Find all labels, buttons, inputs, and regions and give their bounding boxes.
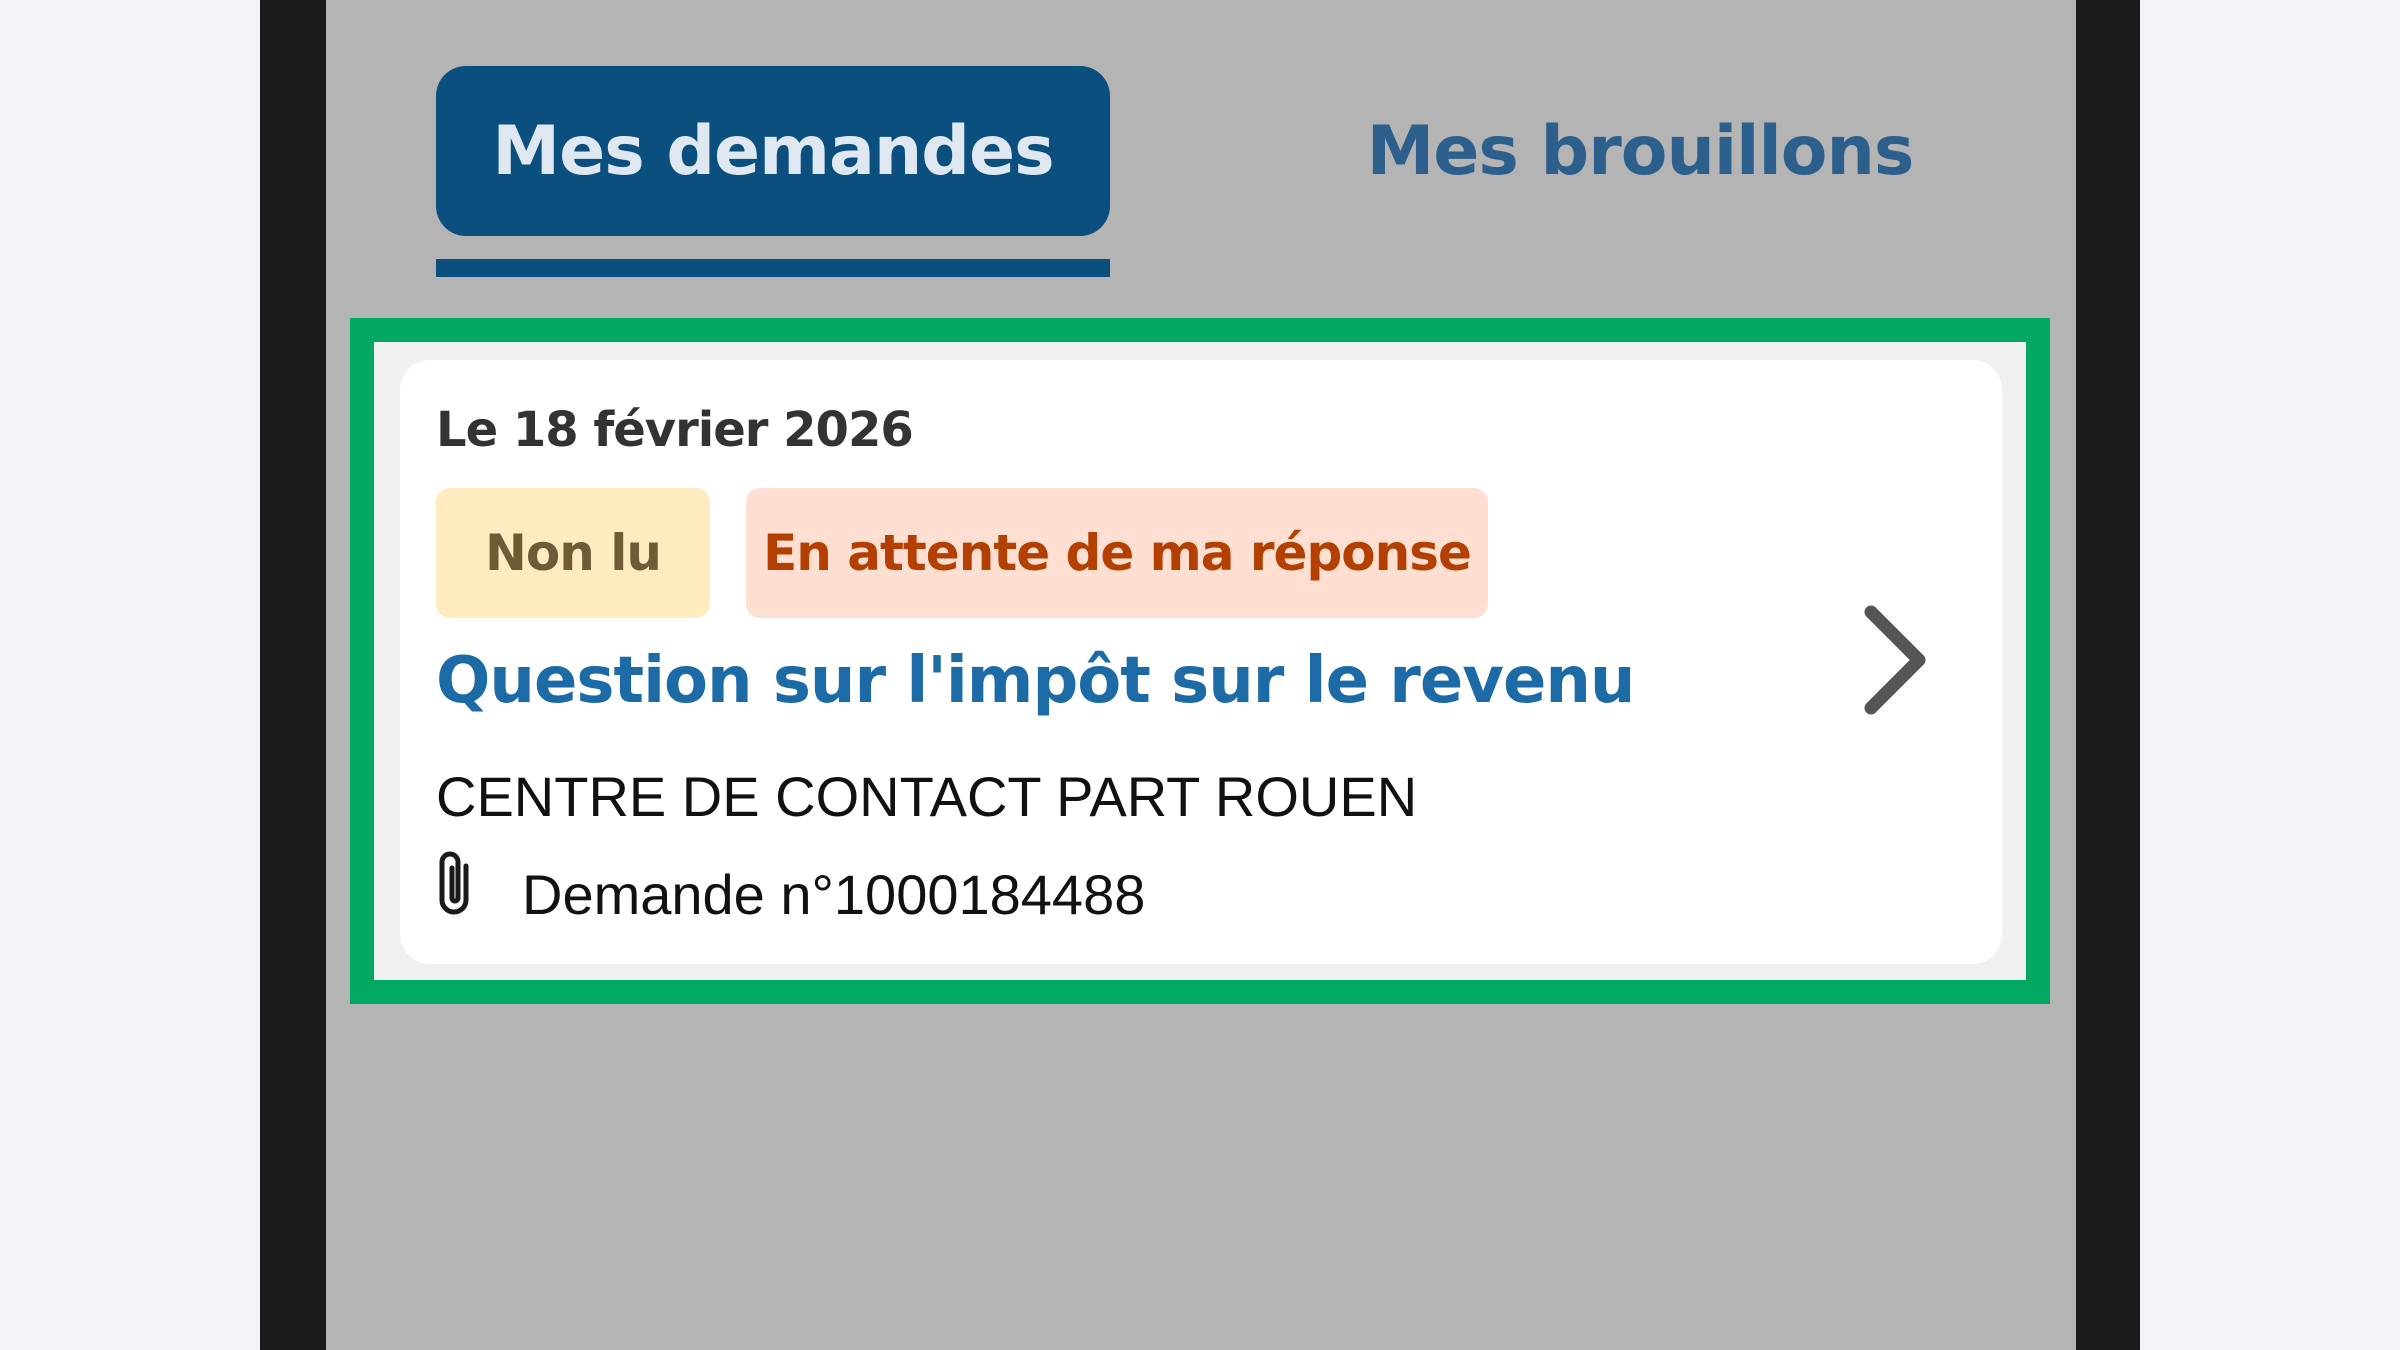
tab-mes-demandes[interactable]: Mes demandes bbox=[436, 66, 1110, 236]
request-card[interactable]: Le 18 février 2026 Non lu En attente de … bbox=[400, 360, 2002, 964]
request-reference: Demande n°1000184488 bbox=[522, 863, 1146, 926]
device-bezel-left bbox=[260, 0, 326, 1350]
request-date: Le 18 février 2026 bbox=[436, 402, 914, 458]
active-tab-indicator bbox=[436, 259, 1110, 277]
chevron-right-icon[interactable] bbox=[1855, 600, 1935, 720]
device-bezel-right bbox=[2076, 0, 2140, 1350]
request-sender: CENTRE DE CONTACT PART ROUEN bbox=[436, 765, 1418, 828]
request-subject[interactable]: Question sur l'impôt sur le revenu bbox=[436, 644, 1635, 718]
tab-mes-brouillons[interactable]: Mes brouillons bbox=[1300, 66, 1980, 236]
unread-badge: Non lu bbox=[436, 488, 710, 618]
status-badge: En attente de ma réponse bbox=[746, 488, 1488, 618]
paperclip-icon bbox=[439, 851, 469, 915]
